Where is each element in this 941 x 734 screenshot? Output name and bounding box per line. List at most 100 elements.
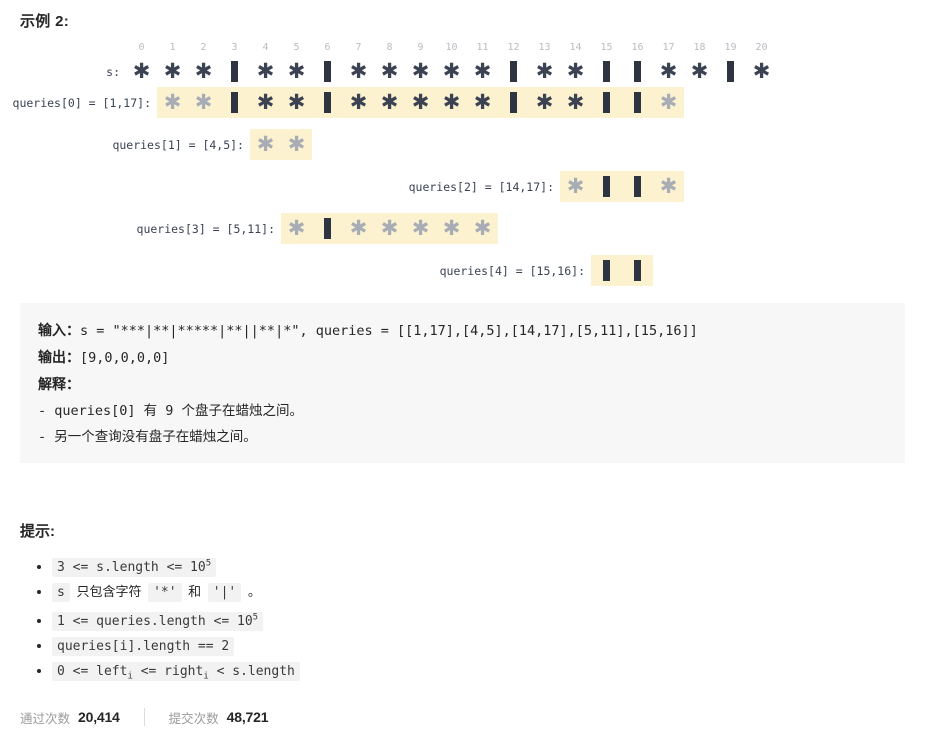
query-row: queries[2] = [14,17]: ✱ ✱	[0, 171, 941, 202]
query-cell	[312, 213, 343, 244]
index-label: 9	[417, 42, 424, 53]
plate-glyph: ✱	[659, 174, 678, 198]
input-line: 输入：s = "***|**|*****|**||**|*", queries …	[38, 317, 887, 344]
plate-glyph: ✱	[659, 90, 678, 114]
index-cell: 19	[715, 40, 746, 56]
query-cell: ✱	[529, 87, 560, 118]
string-cell: ✱	[746, 56, 777, 87]
plate-glyph: ✱	[442, 59, 461, 83]
hints-list: 3 <= s.length <= 105s 只包含字符 '*' 和 '|' 。1…	[22, 552, 912, 688]
query-cell: ✱	[281, 213, 312, 244]
string-cell: ✱	[653, 56, 684, 87]
query-cell: ✱	[467, 87, 498, 118]
query-cell: ✱	[281, 87, 312, 118]
query-cell	[498, 87, 529, 118]
index-cell: 3	[219, 40, 250, 56]
index-cell: 9	[405, 40, 436, 56]
query-cell: ✱	[405, 213, 436, 244]
hint-item: queries[i].length == 2	[52, 634, 912, 659]
query-row: queries[4] = [15,16]:	[0, 255, 941, 286]
query-cell: ✱	[188, 87, 219, 118]
plate-glyph: ✱	[473, 216, 492, 240]
candle-glyph	[634, 176, 641, 197]
plate-glyph: ✱	[349, 59, 368, 83]
string-cell: ✱	[405, 56, 436, 87]
string-cell: ✱	[281, 56, 312, 87]
plate-glyph: ✱	[256, 132, 275, 156]
query-row-label: queries[3] = [5,11]:	[136, 221, 275, 236]
index-cell: 17	[653, 40, 684, 56]
plate-glyph: ✱	[442, 90, 461, 114]
index-cell: 4	[250, 40, 281, 56]
string-cell: ✱	[436, 56, 467, 87]
query-cell	[622, 171, 653, 202]
s-row-label: s:	[106, 64, 120, 79]
string-cell	[219, 56, 250, 87]
query-cell	[219, 87, 250, 118]
index-label: 18	[693, 42, 706, 53]
string-cell	[312, 56, 343, 87]
candle-glyph	[634, 92, 641, 113]
plate-glyph: ✱	[380, 216, 399, 240]
candle-glyph	[603, 92, 610, 113]
string-cell: ✱	[157, 56, 188, 87]
index-label: 1	[169, 42, 176, 53]
string-cell: ✱	[560, 56, 591, 87]
plate-glyph: ✱	[411, 59, 430, 83]
string-cell	[715, 56, 746, 87]
index-label: 14	[569, 42, 582, 53]
plate-glyph: ✱	[659, 59, 678, 83]
plate-glyph: ✱	[566, 59, 585, 83]
query-cell: ✱	[250, 87, 281, 118]
hint-code: 3 <= s.length <= 105	[52, 558, 217, 578]
example-description-block: 输入：s = "***|**|*****|**||**|*", queries …	[20, 303, 905, 463]
candle-glyph	[634, 260, 641, 281]
index-label: 8	[386, 42, 393, 53]
accepted-value: 20,414	[78, 709, 120, 725]
example-heading: 示例 2:	[20, 13, 70, 30]
submissions-value: 48,721	[226, 709, 269, 725]
query-cell	[622, 255, 653, 286]
plate-glyph: ✱	[194, 59, 213, 83]
output-value: [9,0,0,0,0]	[80, 350, 170, 366]
query-row-label: queries[1] = [4,5]:	[112, 137, 244, 152]
hint-code: 0 <= lefti <= righti < s.length	[52, 661, 300, 681]
candle-glyph	[603, 176, 610, 197]
index-label: 16	[631, 42, 644, 53]
string-cell: ✱	[250, 56, 281, 87]
query-cell: ✱	[436, 87, 467, 118]
query-cell	[622, 87, 653, 118]
candle-glyph	[603, 260, 610, 281]
plate-glyph: ✱	[380, 59, 399, 83]
string-cell	[498, 56, 529, 87]
hint-code: '*'	[148, 583, 182, 603]
index-cell: 7	[343, 40, 374, 56]
hint-code: s	[52, 583, 70, 603]
output-line: 输出：[9,0,0,0,0]	[38, 344, 887, 371]
candle-glyph	[510, 61, 517, 82]
plate-glyph: ✱	[566, 90, 585, 114]
plate-glyph: ✱	[256, 59, 275, 83]
index-label: 5	[293, 42, 300, 53]
index-cell: 11	[467, 40, 498, 56]
query-cell: ✱	[436, 213, 467, 244]
submissions-label: 提交次数	[168, 711, 219, 726]
index-label: 3	[231, 42, 238, 53]
index-cell: 5	[281, 40, 312, 56]
plate-glyph: ✱	[194, 90, 213, 114]
string-cell: ✱	[188, 56, 219, 87]
index-label: 6	[324, 42, 331, 53]
hint-code: '|'	[207, 583, 242, 603]
hint-item: 0 <= lefti <= righti < s.length	[52, 659, 912, 689]
hint-text: 只包含字符	[72, 584, 146, 600]
query-row: queries[1] = [4,5]: ✱ ✱	[0, 129, 941, 160]
plate-glyph: ✱	[163, 90, 182, 114]
index-cells: 0 1 2 3 4 5 6 7 8 9 10 11 12 13 14 15 16 17 18 19 20	[126, 40, 777, 56]
plate-glyph: ✱	[287, 59, 306, 83]
hint-item: s 只包含字符 '*' 和 '|' 。	[52, 580, 912, 605]
string-cell: ✱	[529, 56, 560, 87]
plate-glyph: ✱	[535, 59, 554, 83]
candle-glyph	[634, 61, 641, 82]
explain-line: 解释：	[38, 371, 887, 398]
query-cell: ✱	[157, 87, 188, 118]
